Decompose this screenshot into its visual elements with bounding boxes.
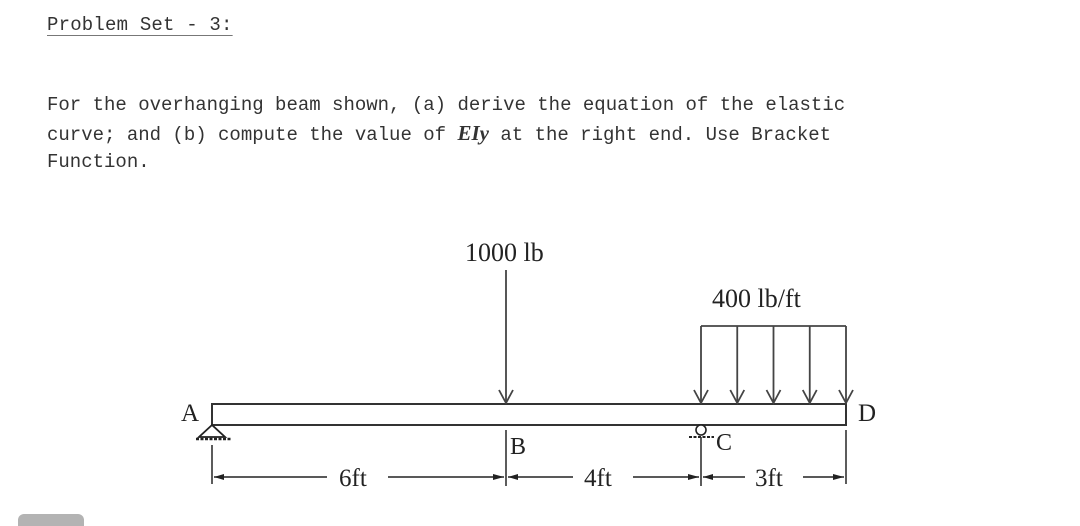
roller-support-icon — [689, 424, 714, 438]
point-label-b: B — [510, 434, 526, 460]
dimension-label-cd: 3ft — [755, 465, 783, 492]
point-load-label: 1000 lb — [465, 238, 544, 267]
beam — [211, 403, 847, 426]
pin-support-icon — [196, 423, 231, 441]
point-label-a: A — [181, 400, 199, 427]
distributed-load-label: 400 lb/ft — [712, 284, 802, 313]
horizontal-scrollbar-thumb[interactable] — [18, 514, 84, 526]
distributed-load — [693, 325, 854, 405]
point-label-c: C — [716, 430, 732, 456]
dimension-label-bc: 4ft — [584, 465, 612, 492]
point-load-arrow — [498, 270, 514, 405]
dimension-label-ab: 6ft — [339, 465, 367, 492]
point-label-d: D — [858, 400, 876, 427]
beam-diagram: A B C D 1000 lb 400 lb/ft 6ft 4ft 3ft — [181, 238, 876, 492]
